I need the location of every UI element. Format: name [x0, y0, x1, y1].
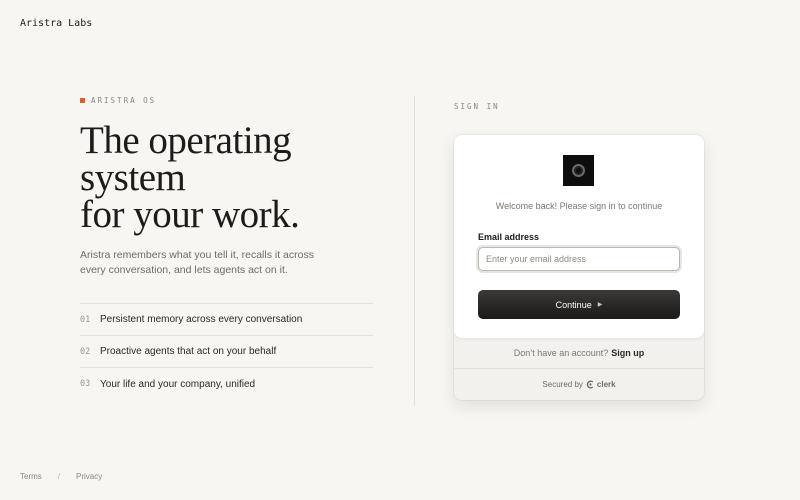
feature-list: 01 Persistent memory across every conver… — [80, 303, 373, 400]
feature-number: 01 — [80, 314, 91, 325]
terms-link[interactable]: Terms — [20, 472, 42, 481]
feature-text: Your life and your company, unified — [100, 378, 256, 390]
privacy-link[interactable]: Privacy — [76, 472, 102, 481]
feature-item: 03 Your life and your company, unified — [80, 368, 373, 400]
footer-separator: / — [57, 472, 61, 481]
headline-line-3: for your work. — [80, 193, 300, 236]
hero-description: Aristra remembers what you tell it, reca… — [80, 249, 314, 276]
signin-card-main: Welcome back! Please sign in to continue… — [454, 135, 704, 338]
accent-square-icon — [80, 98, 85, 103]
feature-text: Persistent memory across every conversat… — [100, 314, 303, 325]
vertical-divider — [414, 96, 415, 406]
eyebrow: ARISTRA OS — [80, 96, 373, 105]
signup-prompt: Don’t have an account? Sign up — [454, 338, 704, 369]
no-account-text: Don’t have an account? — [513, 348, 609, 358]
hero-section: ARISTRA OS The operating system for your… — [80, 96, 373, 400]
signup-link[interactable]: Sign up — [611, 348, 644, 358]
clerk-wordmark: clerk — [596, 379, 616, 389]
play-arrow-icon: ▶ — [597, 302, 603, 308]
email-input[interactable] — [478, 247, 680, 271]
signin-card: Welcome back! Please sign in to continue… — [454, 135, 704, 400]
welcome-text: Welcome back! Please sign in to continue — [495, 201, 663, 211]
feature-text: Proactive agents that act on your behalf — [100, 346, 277, 357]
secured-by: Secured by clerk — [454, 369, 704, 399]
email-label: Email address — [478, 232, 540, 242]
clerk-icon — [586, 380, 594, 388]
hero-headline: The operating system for your work. — [80, 119, 373, 236]
eyebrow-label: ARISTRA OS — [91, 96, 157, 105]
headline-line-2: system — [80, 156, 186, 199]
feature-number: 02 — [80, 346, 91, 357]
feature-number: 03 — [80, 379, 91, 389]
feature-item: 02 Proactive agents that act on your beh… — [80, 336, 373, 368]
clerk-logo: clerk — [586, 380, 616, 389]
page-footer: Terms / Privacy — [20, 472, 102, 481]
app-logo-icon — [563, 155, 594, 186]
signin-section-label: SIGN IN — [454, 102, 500, 111]
continue-label: Continue — [555, 299, 592, 310]
secured-by-text: Secured by — [542, 379, 583, 389]
headline-line-1: The operating — [80, 119, 292, 162]
continue-button[interactable]: Continue ▶ — [478, 290, 680, 319]
logo-ring — [572, 164, 585, 177]
brand-name: Aristra Labs — [20, 18, 93, 29]
feature-item: 01 Persistent memory across every conver… — [80, 304, 373, 336]
